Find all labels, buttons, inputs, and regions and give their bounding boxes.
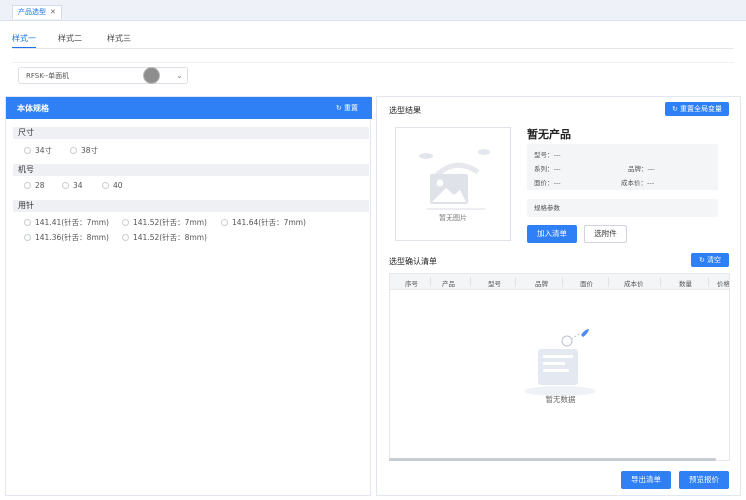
model-select-value: RFSK--单面机 [26, 72, 70, 80]
reset-all-label: 重置全局变量 [680, 105, 723, 113]
body-spec-title: 本体规格 [17, 104, 49, 113]
selection-result-title: 选型结果 [389, 106, 421, 115]
empty-data-text: 暂无数据 [545, 395, 576, 404]
radio-circle [122, 219, 129, 226]
refresh-icon: ↻ [698, 256, 705, 264]
radio-size-34[interactable]: 34寸 [24, 145, 52, 156]
radio-circle [70, 147, 77, 154]
radio-needle-4[interactable]: 141.36(针舌：8mm) [24, 232, 109, 243]
radio-circle [122, 234, 129, 241]
export-list-button[interactable]: 导出清单 [621, 471, 671, 489]
page-tab-bar: 产品选型 ✕ [0, 0, 746, 21]
selection-result-panel: 选型结果 ↻ 重置全局变量 暂无图片 暂无产品 型号：--- 系列：--- 品牌… [376, 96, 741, 496]
radio-needle-1[interactable]: 141.41(针舌：7mm) [24, 217, 109, 228]
radio-needle-5[interactable]: 141.52(针舌：8mm) [122, 232, 207, 243]
column-divider [608, 277, 609, 287]
column-divider [562, 277, 563, 287]
th-face-price: 面价 [580, 280, 593, 288]
empty-data-icon [524, 329, 596, 396]
radio-circle [24, 182, 31, 189]
radio-circle [102, 182, 109, 189]
reset-button[interactable]: ↻ 重置 [336, 103, 358, 113]
info-model: 型号：--- [534, 151, 561, 159]
radio-needle-2[interactable]: 141.52(针舌：7mm) [122, 217, 207, 228]
tab-style-1[interactable]: 样式一 [12, 33, 36, 48]
body-spec-panel: 本体规格 ↻ 重置 尺寸 34寸 38寸 机号 28 34 40 用针 141.… [5, 96, 372, 496]
confirm-list-title: 选型确认清单 [389, 257, 437, 266]
radio-needle-3[interactable]: 141.64(针舌：7mm) [221, 217, 306, 228]
product-info-box: 型号：--- 系列：--- 品牌：--- 面价：--- 成本价：--- [527, 144, 718, 190]
radio-machine-34[interactable]: 34 [62, 181, 83, 190]
radio-label: 38寸 [81, 146, 99, 155]
page-tab-label: 产品选型 [18, 8, 46, 16]
section-machine: 机号 [13, 164, 369, 176]
radio-circle [24, 234, 31, 241]
tab-style-2[interactable]: 样式二 [58, 33, 82, 44]
radio-circle [24, 147, 31, 154]
radio-label: 28 [35, 181, 45, 190]
radio-machine-28[interactable]: 28 [24, 181, 45, 190]
column-divider [430, 277, 431, 287]
radio-label: 141.64(针舌：7mm) [232, 218, 306, 227]
chevron-down-icon[interactable]: ⌄ [176, 71, 183, 80]
tab-style-3[interactable]: 样式三 [107, 33, 131, 44]
close-icon[interactable]: ✕ [50, 8, 56, 16]
radio-label: 141.41(针舌：7mm) [35, 218, 109, 227]
product-image-placeholder: 暂无图片 [395, 127, 511, 241]
clear-label: 清空 [707, 256, 722, 264]
body-spec-header: 本体规格 ↻ 重置 [6, 97, 372, 119]
clear-button[interactable]: ↻ 清空 [691, 253, 729, 267]
th-cost-price: 成本价 [624, 280, 644, 288]
model-select[interactable]: RFSK--单面机 ⌄ [18, 67, 188, 84]
section-needle: 用针 [13, 200, 369, 212]
reset-all-variables-button[interactable]: ↻ 重置全局变量 [665, 102, 729, 116]
page-tab-product-selection[interactable]: 产品选型 ✕ [12, 5, 62, 19]
radio-label: 141.36(针舌：8mm) [35, 233, 109, 242]
radio-label: 34寸 [35, 146, 53, 155]
table-header: 序号 产品 型号 品牌 面价 成本价 数量 价格 [390, 274, 730, 290]
divider [12, 62, 734, 63]
th-brand: 品牌 [535, 280, 548, 288]
spec-params: 规格参数 [527, 199, 718, 217]
radio-label: 34 [73, 181, 83, 190]
column-divider [470, 277, 471, 287]
selection-table: 序号 产品 型号 品牌 面价 成本价 数量 价格 暂无数据 [389, 273, 730, 461]
product-name: 暂无产品 [527, 128, 571, 141]
no-image-text: 暂无图片 [439, 214, 467, 222]
column-divider [660, 277, 661, 287]
radio-machine-40[interactable]: 40 [102, 181, 123, 190]
preview-quote-button[interactable]: 预览报价 [679, 471, 729, 489]
th-quantity: 数量 [679, 280, 692, 288]
add-to-list-button[interactable]: 加入清单 [527, 225, 577, 243]
info-series: 系列：--- [534, 165, 561, 173]
image-placeholder-icon [419, 149, 490, 210]
info-cost-price: 成本价：--- [621, 179, 655, 187]
reset-label: 重置 [344, 104, 358, 112]
horizontal-scrollbar[interactable] [389, 458, 716, 461]
refresh-icon: ↻ [671, 105, 678, 113]
refresh-icon: ↻ [335, 104, 342, 112]
style-tabs: 样式一 样式二 样式三 [12, 33, 734, 49]
radio-label: 40 [113, 181, 123, 190]
info-face-price: 面价：--- [534, 179, 561, 187]
column-divider [515, 277, 516, 287]
info-brand: 品牌：--- [628, 165, 655, 173]
th-index: 序号 [405, 280, 418, 288]
th-price: 价格 [717, 280, 730, 288]
radio-label: 141.52(针舌：7mm) [133, 218, 207, 227]
th-product: 产品 [442, 280, 455, 288]
th-model: 型号 [488, 280, 501, 288]
radio-circle [24, 219, 31, 226]
select-accessory-button[interactable]: 选附件 [584, 225, 627, 243]
radio-size-38[interactable]: 38寸 [70, 145, 98, 156]
select-cursor-indicator [143, 67, 160, 84]
radio-circle [221, 219, 228, 226]
section-size: 尺寸 [13, 127, 369, 139]
radio-label: 141.52(针舌：8mm) [133, 233, 207, 242]
column-divider [708, 277, 709, 287]
radio-circle [62, 182, 69, 189]
